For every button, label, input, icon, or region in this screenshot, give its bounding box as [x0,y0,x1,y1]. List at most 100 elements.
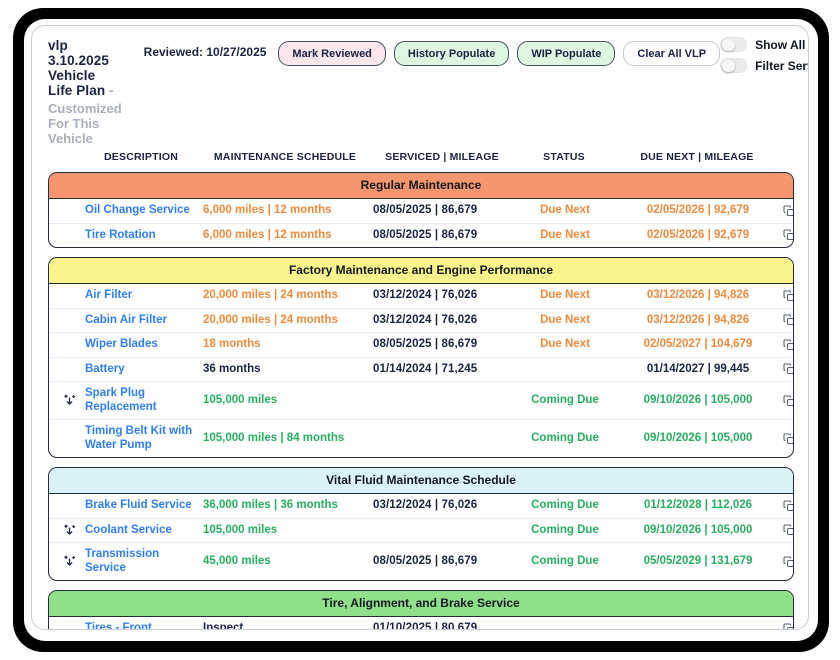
auto-populate-sparkle-icon [57,524,81,537]
status-value: Due Next [517,338,613,352]
top-bar: vlp 3.10.2025 Vehicle Life Plan - Custom… [48,35,794,146]
status-value: Coming Due [517,499,613,513]
toggle-knob [722,60,735,73]
mark-reviewed-button[interactable]: Mark Reviewed [278,41,385,66]
toggle-knob [722,39,735,52]
maintenance-schedule-value: 20,000 miles | 24 months [203,289,369,303]
service-name-link[interactable]: Brake Fluid Service [85,499,199,513]
maintenance-schedule-value: 45,000 miles [203,555,369,569]
service-name-link[interactable]: Air Filter [85,289,199,303]
row-actions [783,339,794,351]
row-actions [783,395,794,407]
status-value: Coming Due [517,432,613,446]
col-header-status: STATUS [516,151,612,163]
section-header: Tire, Alignment, and Brake Service [49,591,793,617]
due-next-mileage-value: 02/05/2027 | 104,679 [617,338,779,352]
service-name-link[interactable]: Transmission Service [85,548,199,575]
filter-service-due-row: Filter Service Due [720,58,809,73]
maintenance-schedule-value: 20,000 miles | 24 months [203,314,369,328]
wip-populate-button[interactable]: WIP Populate [517,41,615,66]
section-title: Tire, Alignment, and Brake Service [322,596,519,610]
copy-icon[interactable] [783,290,794,302]
row-actions [783,363,794,375]
title-dash: - [109,83,114,98]
service-name-link[interactable]: Cabin Air Filter [85,314,199,328]
service-row: Battery 36 months 01/14/2024 | 71,245 01… [49,357,793,382]
service-name-link[interactable]: Battery [85,363,199,377]
copy-icon[interactable] [783,500,794,512]
copy-icon[interactable] [783,556,794,568]
copy-icon[interactable] [783,524,794,536]
service-name-link[interactable]: Tire Rotation [85,229,199,243]
col-header-due-next-mileage: DUE NEXT | MILEAGE [616,151,778,163]
copy-icon[interactable] [783,623,794,631]
window-frame: vlp 3.10.2025 Vehicle Life Plan - Custom… [13,8,829,652]
maintenance-schedule-value: 18 months [203,338,369,352]
section-header: Factory Maintenance and Engine Performan… [49,258,793,284]
row-actions [783,500,794,512]
section-title: Regular Maintenance [361,178,482,192]
history-populate-button[interactable]: History Populate [394,41,509,66]
section-header: Vital Fluid Maintenance Schedule [49,468,793,494]
service-row: Cabin Air Filter 20,000 miles | 24 month… [49,308,793,333]
service-name-link[interactable]: Wiper Blades [85,338,199,352]
service-row: Oil Change Service 6,000 miles | 12 mont… [49,199,793,223]
serviced-mileage-value: 01/14/2024 | 71,245 [373,363,513,377]
service-section: Vital Fluid Maintenance Schedule Brake F… [48,467,794,581]
col-header-description: DESCRIPTION [84,151,198,163]
due-next-mileage-value: 09/10/2026 | 105,000 [617,432,779,446]
due-next-mileage-value: 09/10/2026 | 105,000 [617,394,779,408]
clear-all-vlp-button[interactable]: Clear All VLP [623,41,720,66]
row-actions [783,433,794,445]
filter-service-due-label: Filter Service Due [755,59,809,73]
service-row: Tire Rotation 6,000 miles | 12 months 08… [49,223,793,248]
section-rows: Oil Change Service 6,000 miles | 12 mont… [49,199,793,248]
status-value: Coming Due [517,394,613,408]
row-actions [783,290,794,302]
maintenance-schedule-value: Inspect [203,622,369,630]
maintenance-schedule-value: 105,000 miles | 84 months [203,432,369,446]
auto-populate-sparkle-icon [57,555,81,568]
serviced-mileage-value: 03/12/2024 | 76,026 [373,314,513,328]
status-value: Due Next [517,229,613,243]
status-value: Coming Due [517,555,613,569]
service-name-link[interactable]: Oil Change Service [85,204,199,218]
due-next-mileage-value: 02/05/2026 | 92,679 [617,204,779,218]
maintenance-schedule-value: 105,000 miles [203,524,369,538]
copy-icon[interactable] [783,229,794,241]
service-name-link[interactable]: Tires - Front [85,622,199,630]
show-all-services-toggle[interactable] [720,37,747,52]
filter-service-due-toggle[interactable] [720,58,747,73]
service-name-link[interactable]: Coolant Service [85,524,199,538]
action-buttons: Mark Reviewed History Populate WIP Popul… [278,41,720,66]
due-next-mileage-value: 02/05/2026 | 92,679 [617,229,779,243]
copy-icon[interactable] [783,314,794,326]
maintenance-schedule-value: 36,000 miles | 36 months [203,499,369,513]
copy-icon[interactable] [783,395,794,407]
copy-icon[interactable] [783,433,794,445]
copy-icon[interactable] [783,363,794,375]
serviced-mileage-value: 08/05/2025 | 86,679 [373,555,513,569]
due-next-mileage-value: 03/12/2026 | 94,826 [617,314,779,328]
serviced-mileage-value: 01/10/2025 | 80,679 [373,622,513,630]
section-title: Factory Maintenance and Engine Performan… [289,263,553,277]
maintenance-schedule-value: 105,000 miles [203,394,369,408]
serviced-mileage-value: 08/05/2025 | 86,679 [373,204,513,218]
service-row: Tires - Front Inspect 01/10/2025 | 80,67… [49,617,793,631]
service-section: Regular Maintenance Oil Change Service 6… [48,172,794,248]
service-name-link[interactable]: Spark Plug Replacement [85,387,199,414]
row-actions [783,623,794,631]
page-subtitle: Customized For This Vehicle [48,101,122,146]
copy-icon[interactable] [783,339,794,351]
section-rows: Tires - Front Inspect 01/10/2025 | 80,67… [49,617,793,631]
service-name-link[interactable]: Timing Belt Kit with Water Pump [85,425,199,452]
due-next-mileage-value: 05/05/2029 | 131,679 [617,555,779,569]
title-block: vlp 3.10.2025 Vehicle Life Plan - Custom… [48,35,122,146]
col-header-maintenance-schedule: MAINTENANCE SCHEDULE [202,151,368,163]
service-row: Spark Plug Replacement 105,000 miles Com… [49,381,793,419]
service-row: Timing Belt Kit with Water Pump 105,000 … [49,419,793,457]
copy-icon[interactable] [783,205,794,217]
due-next-mileage-value: 01/14/2027 | 99,445 [617,363,779,377]
serviced-mileage-value: 08/05/2025 | 86,679 [373,338,513,352]
row-actions [783,524,794,536]
